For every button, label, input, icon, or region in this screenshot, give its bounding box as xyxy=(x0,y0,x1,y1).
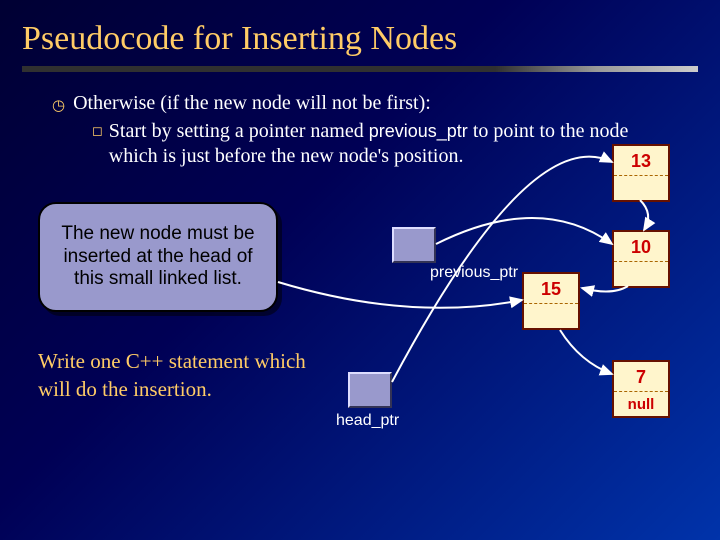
previous-ptr-label: previous_ptr xyxy=(430,264,518,282)
node-13: 13 xyxy=(612,144,670,202)
node-13-data: 13 xyxy=(614,146,668,176)
slide-content: ◷ Otherwise (if the new node will not be… xyxy=(0,72,720,522)
slide-title: Pseudocode for Inserting Nodes xyxy=(0,0,720,66)
bullet-secondary: ◻ Start by setting a pointer named previ… xyxy=(92,119,698,169)
head-ptr-label: head_ptr xyxy=(336,412,399,430)
node-15-data: 15 xyxy=(524,274,578,304)
node-15: 15 xyxy=(522,272,580,330)
clock-bullet-icon: ◷ xyxy=(52,92,65,115)
node-13-next xyxy=(614,176,668,202)
head-ptr-box xyxy=(348,372,392,408)
callout-box: The new node must be inserted at the hea… xyxy=(38,202,278,312)
bullet2-code: previous_ptr xyxy=(369,121,468,141)
square-bullet-icon: ◻ xyxy=(92,119,103,139)
node-10-data: 10 xyxy=(614,232,668,262)
node-10-next xyxy=(614,262,668,288)
callout-text: The new node must be inserted at the hea… xyxy=(48,223,268,291)
instruction-text: Write one C++ statement which will do th… xyxy=(38,347,308,404)
node-null: null xyxy=(614,392,668,418)
bullet2-pre: Start by setting a pointer named xyxy=(109,120,369,142)
bullet-primary-text: Otherwise (if the new node will not be f… xyxy=(73,92,431,115)
node-10: 10 xyxy=(612,230,670,288)
bullet-primary: ◷ Otherwise (if the new node will not be… xyxy=(52,92,698,115)
node-7: 7 null xyxy=(612,360,670,418)
previous-ptr-box xyxy=(392,227,436,263)
node-15-next xyxy=(524,304,578,330)
bullet-secondary-text: Start by setting a pointer named previou… xyxy=(109,119,669,169)
node-7-data: 7 xyxy=(614,362,668,392)
